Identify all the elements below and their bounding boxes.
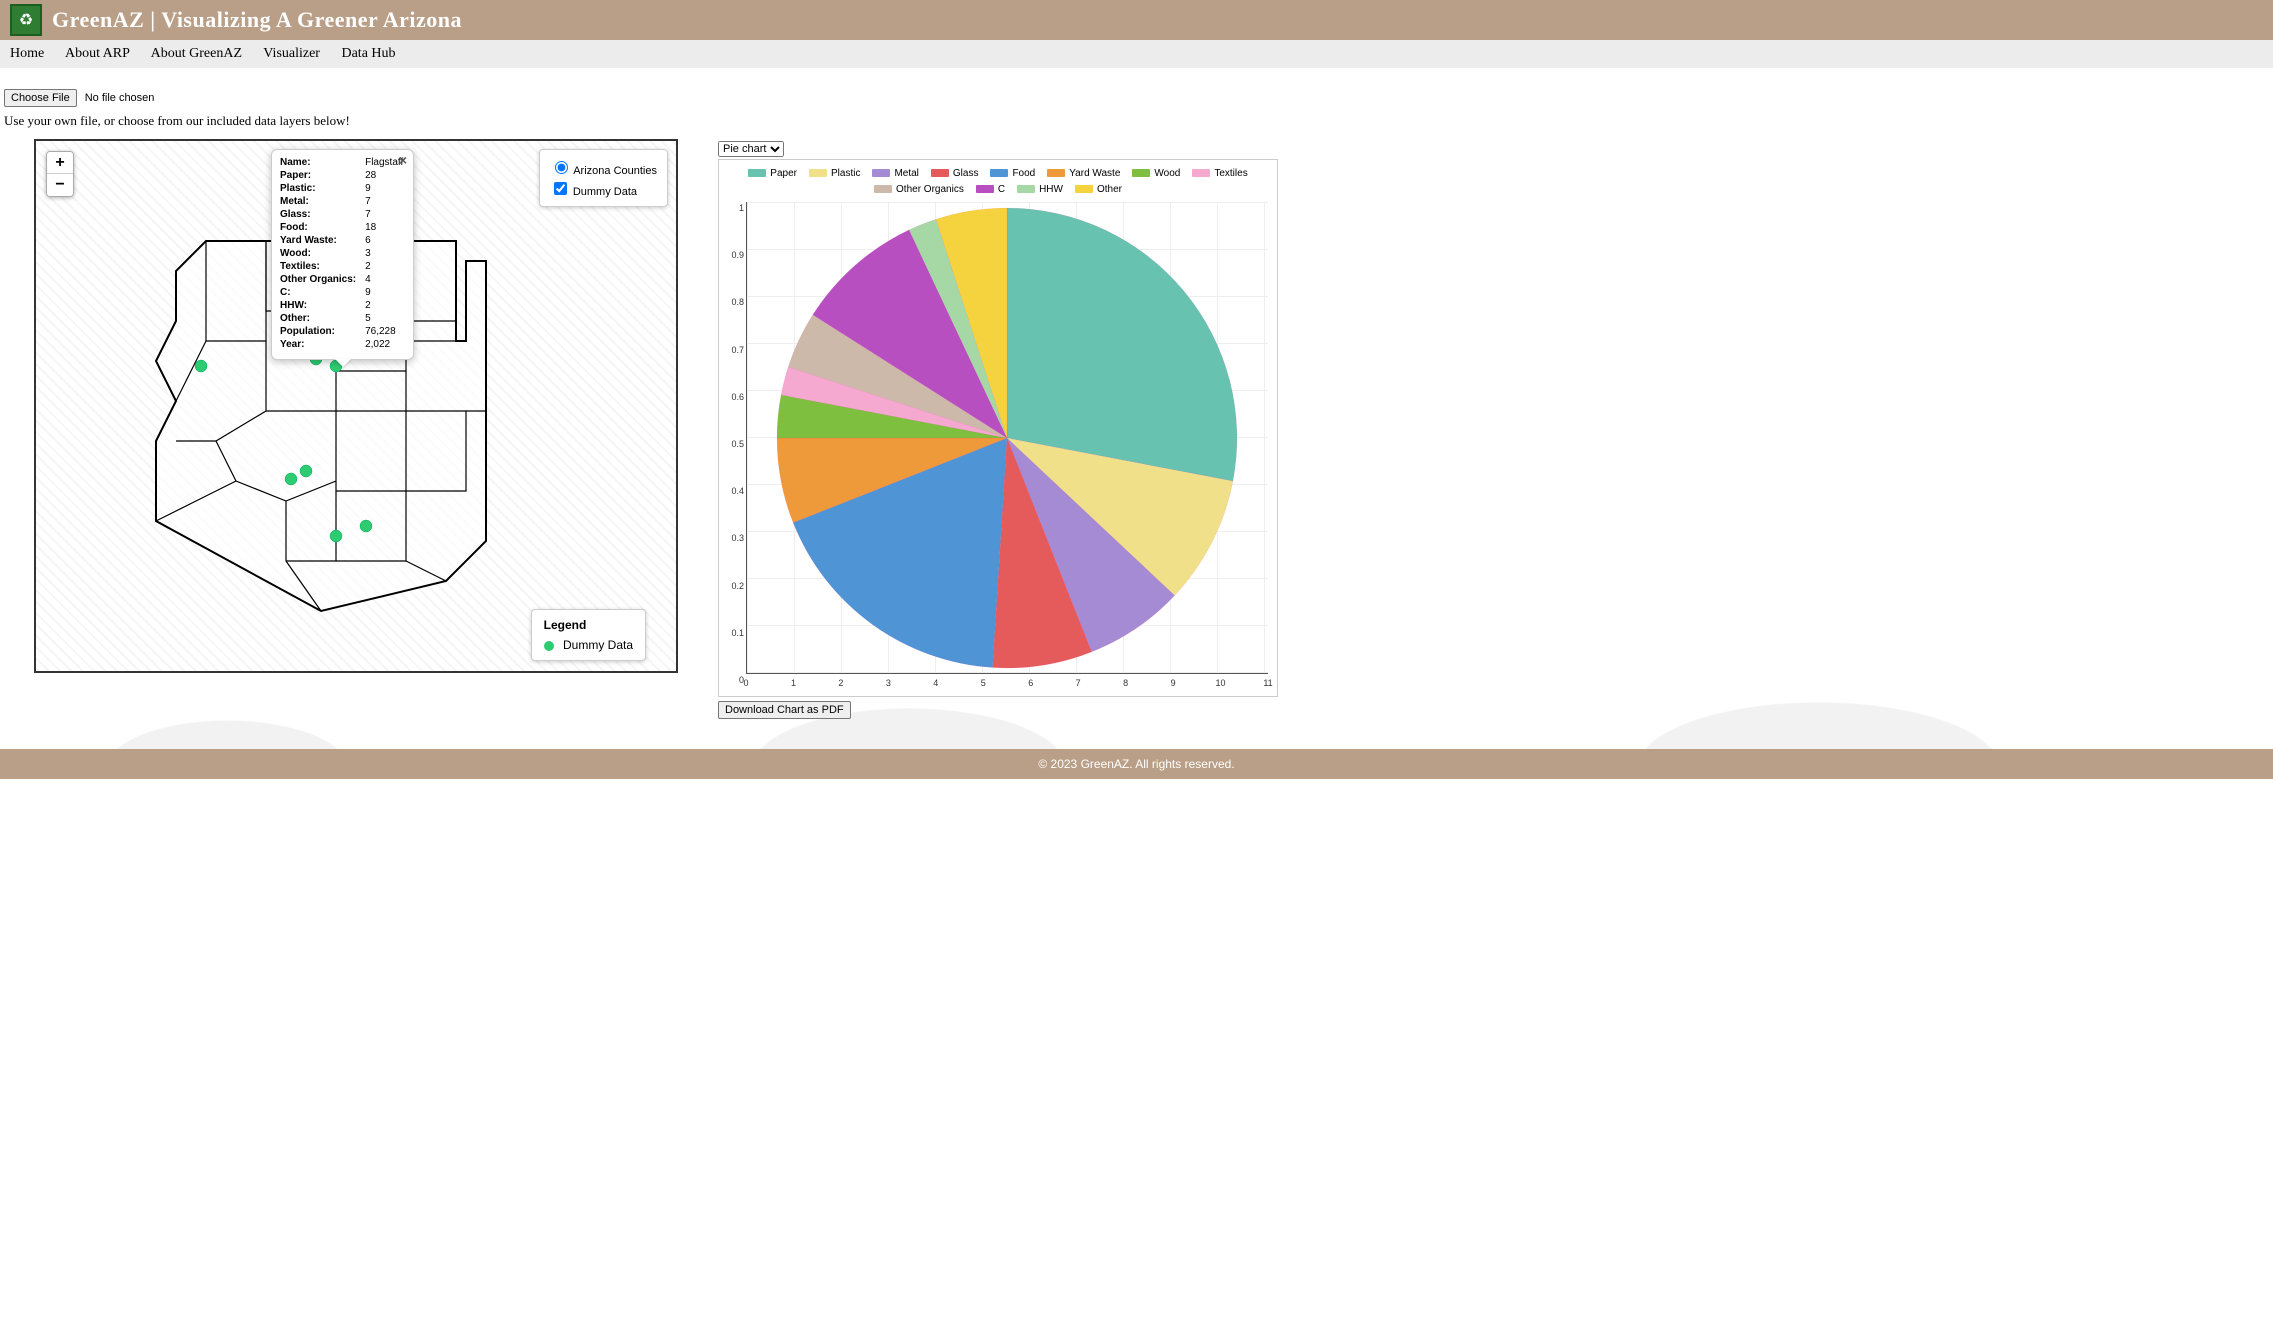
zoom-in-button[interactable]: + xyxy=(47,152,73,174)
legend-entry[interactable]: Other xyxy=(1075,182,1122,198)
x-axis: 01234567891011 xyxy=(746,678,1268,692)
nav-about-greenaz[interactable]: About GreenAZ xyxy=(151,46,242,61)
popup-row: Glass:7 xyxy=(280,208,405,221)
popup-row: HHW:2 xyxy=(280,299,405,312)
legend-dot-icon xyxy=(544,641,554,651)
popup-row: Population:76,228 xyxy=(280,325,405,338)
popup-row: C:9 xyxy=(280,286,405,299)
main-nav: Home About ARP About GreenAZ Visualizer … xyxy=(0,40,2273,68)
layer-dummy-checkbox[interactable] xyxy=(554,182,567,195)
recycle-icon: ♻ xyxy=(10,4,42,36)
legend-entry[interactable]: Glass xyxy=(931,166,979,182)
popup-row: Food:18 xyxy=(280,221,405,234)
no-file-label: No file chosen xyxy=(85,92,155,104)
footer: © 2023 GreenAZ. All rights reserved. xyxy=(0,749,2273,779)
popup-row: Year:2,022 xyxy=(280,338,405,351)
site-title: GreenAZ | Visualizing A Greener Arizona xyxy=(52,7,462,33)
popup-row: Name:Flagstaff xyxy=(280,156,405,169)
popup-row: Yard Waste:6 xyxy=(280,234,405,247)
chart-box: Paper Plastic Metal Glass Food Yard Waste Wood… xyxy=(718,159,1278,697)
legend-title: Legend xyxy=(544,618,633,632)
popup-row: Metal:7 xyxy=(280,195,405,208)
map-panel[interactable]: + − Arizona Counties Dummy Data Legend D… xyxy=(34,139,678,673)
download-chart-button[interactable]: Download Chart as PDF xyxy=(718,701,851,719)
legend-entry[interactable]: Plastic xyxy=(809,166,860,182)
layer-counties-radio[interactable] xyxy=(555,161,568,174)
legend-entry[interactable]: Other Organics xyxy=(874,182,964,198)
legend-entry[interactable]: C xyxy=(976,182,1005,198)
popup-row: Paper:28 xyxy=(280,169,405,182)
nav-visualizer[interactable]: Visualizer xyxy=(263,46,320,61)
chart-legend: Paper Plastic Metal Glass Food Yard Waste Wood… xyxy=(723,164,1273,202)
layer-counties-label: Arizona Counties xyxy=(573,165,657,177)
upload-hint: Use your own file, or choose from our in… xyxy=(4,113,2269,129)
legend-entry[interactable]: Paper xyxy=(748,166,797,182)
map-popup: × Name:FlagstaffPaper:28Plastic:9Metal:7… xyxy=(271,149,414,360)
popup-table: Name:FlagstaffPaper:28Plastic:9Metal:7Gl… xyxy=(280,156,405,351)
layers-control: Arizona Counties Dummy Data xyxy=(539,149,668,207)
map-legend: Legend Dummy Data xyxy=(531,609,646,661)
legend-entry[interactable]: Yard Waste xyxy=(1047,166,1120,182)
zoom-out-button[interactable]: − xyxy=(47,174,73,196)
popup-close-button[interactable]: × xyxy=(399,152,407,168)
nav-data-hub[interactable]: Data Hub xyxy=(341,46,395,61)
legend-entry[interactable]: Metal xyxy=(872,166,918,182)
nav-about-arp[interactable]: About ARP xyxy=(65,46,130,61)
legend-entry[interactable]: HHW xyxy=(1017,182,1063,198)
layer-dummy-row[interactable]: Dummy Data xyxy=(550,179,657,198)
zoom-control: + − xyxy=(46,151,74,197)
legend-item: Dummy Data xyxy=(544,638,633,652)
chart-type-select[interactable]: Pie chart xyxy=(718,141,784,157)
plot-area: 00.10.20.30.40.50.60.70.80.91 0123456789… xyxy=(728,202,1268,692)
choose-file-button[interactable]: Choose File xyxy=(4,89,77,107)
pie-chart-svg xyxy=(746,202,1268,674)
popup-row: Other:5 xyxy=(280,312,405,325)
layer-counties-row[interactable]: Arizona Counties xyxy=(550,158,657,177)
popup-row: Wood:3 xyxy=(280,247,405,260)
popup-row: Textiles:2 xyxy=(280,260,405,273)
app-header: ♻ GreenAZ | Visualizing A Greener Arizon… xyxy=(0,0,2273,40)
legend-entry[interactable]: Food xyxy=(990,166,1035,182)
nav-home[interactable]: Home xyxy=(10,46,44,61)
popup-tip-icon xyxy=(335,359,351,367)
footer-text: © 2023 GreenAZ. All rights reserved. xyxy=(1038,757,1234,771)
legend-entry[interactable]: Wood xyxy=(1132,166,1180,182)
layer-dummy-label: Dummy Data xyxy=(573,186,637,198)
popup-row: Plastic:9 xyxy=(280,182,405,195)
legend-entry[interactable]: Textiles xyxy=(1192,166,1247,182)
popup-row: Other Organics:4 xyxy=(280,273,405,286)
y-axis: 00.10.20.30.40.50.60.70.80.91 xyxy=(728,202,746,674)
pie-slice[interactable] xyxy=(1007,208,1237,481)
legend-item-label: Dummy Data xyxy=(563,638,633,652)
